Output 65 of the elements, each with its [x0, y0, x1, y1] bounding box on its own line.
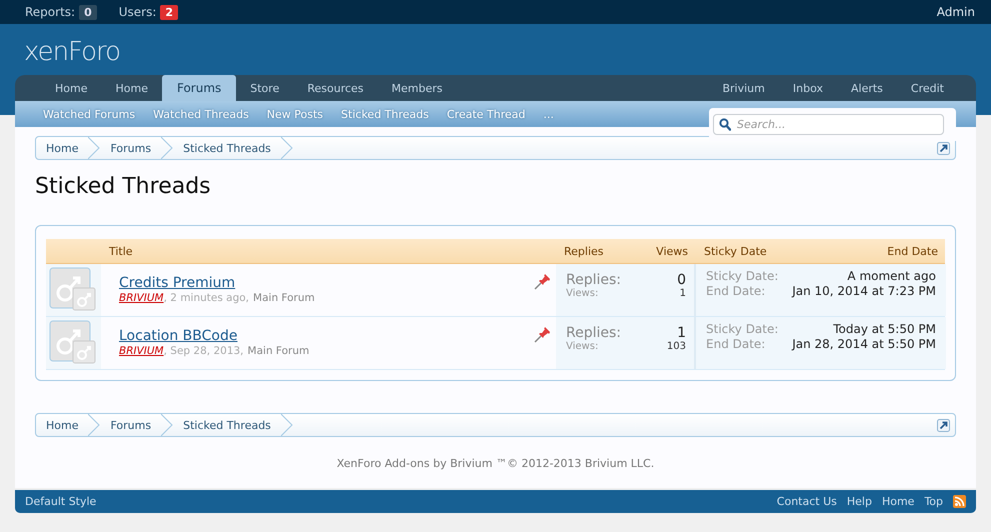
column-header[interactable]: Title — [101, 244, 556, 258]
breadcrumb-link[interactable]: Home — [36, 414, 88, 436]
views-label: Views: — [566, 288, 600, 299]
counter-label[interactable]: Users: — [118, 5, 156, 19]
forum-link[interactable]: Main Forum — [253, 292, 315, 304]
counter-label[interactable]: Reports: — [25, 5, 76, 19]
external-link-icon[interactable] — [937, 418, 950, 432]
breadcrumb-link[interactable]: Sticked Threads — [173, 414, 281, 436]
sticky-date: A moment ago — [846, 269, 936, 283]
nav-tab[interactable]: Credit — [896, 75, 958, 101]
nav-tab[interactable]: Members — [378, 75, 457, 101]
avatar-icon[interactable] — [49, 320, 95, 364]
column-header[interactable]: Replies — [556, 244, 612, 258]
footer-link[interactable]: Top — [924, 495, 943, 508]
count-badge: 2 — [160, 4, 178, 20]
footer-link[interactable]: Help — [846, 495, 872, 508]
post-time: , Sep 28, 2013, — [164, 345, 244, 357]
copyright-text: XenForo Add-ons by Brivium ™© 2012-2013 Brivium LLC. — [336, 457, 656, 470]
breadcrumb-link[interactable]: Sticked Threads — [173, 137, 281, 159]
user-link[interactable]: Admin — [936, 5, 975, 19]
nav-tab[interactable]: Forums — [162, 75, 236, 101]
nav-tab[interactable]: Alerts — [836, 75, 897, 101]
count-badge: 0 — [79, 4, 97, 20]
search-icon — [719, 118, 731, 131]
nav-tab[interactable]: Home — [101, 75, 162, 101]
nav-tab[interactable]: Resources — [293, 75, 378, 101]
sticky-date-label: Sticky Date: — [706, 269, 778, 283]
site-logo[interactable]: xenForo — [24, 36, 120, 75]
thread-title-link[interactable]: Credits Premium — [119, 274, 236, 292]
replies-count: 1 — [676, 325, 686, 341]
breadcrumb-link[interactable]: Home — [36, 137, 88, 159]
replies-label: Replies: — [566, 325, 622, 341]
author-link[interactable]: BRIVIUM — [119, 292, 164, 304]
replies-count: 0 — [677, 272, 686, 288]
nav-tab[interactable]: Home — [41, 75, 102, 101]
end-date: Jan 10, 2014 at 7:23 PM — [790, 284, 936, 298]
thread-title-link[interactable]: Location BBCode — [119, 327, 238, 345]
author-link[interactable]: BRIVIUM — [119, 345, 164, 357]
avatar-icon[interactable] — [49, 268, 95, 310]
footer-link[interactable]: Contact Us — [776, 495, 837, 508]
views-count: 103 — [666, 341, 686, 352]
footer-link[interactable]: Home — [882, 495, 914, 508]
end-date-label: End Date: — [706, 337, 766, 351]
nav-tab[interactable]: Brivium — [708, 75, 779, 101]
breadcrumb-link[interactable]: Forums — [100, 137, 162, 159]
replies-label: Replies: — [566, 272, 622, 288]
nav-tab[interactable]: Store — [236, 75, 294, 101]
sticky-date: Today at 5:50 PM — [832, 322, 936, 336]
column-header[interactable]: Sticky Date — [696, 244, 775, 258]
page-title: Sticked Threads — [35, 173, 212, 201]
end-date-label: End Date: — [706, 284, 766, 298]
forum-link[interactable]: Main Forum — [248, 345, 310, 357]
search-field[interactable]: Search... — [713, 114, 944, 135]
nav-tab[interactable]: Inbox — [778, 75, 837, 101]
style-chooser-link[interactable]: Default Style — [25, 495, 96, 508]
views-count: 1 — [678, 288, 686, 299]
rss-icon[interactable] — [953, 495, 966, 508]
column-header[interactable]: Views — [648, 244, 696, 258]
views-label: Views: — [566, 341, 600, 352]
post-time: , 2 minutes ago, — [164, 292, 250, 304]
breadcrumb-link[interactable]: Forums — [100, 414, 162, 436]
external-link-icon[interactable] — [937, 142, 950, 154]
column-header[interactable]: End Date — [879, 244, 946, 258]
sticky-date-label: Sticky Date: — [706, 322, 778, 336]
end-date: Jan 28, 2014 at 5:50 PM — [790, 337, 936, 351]
